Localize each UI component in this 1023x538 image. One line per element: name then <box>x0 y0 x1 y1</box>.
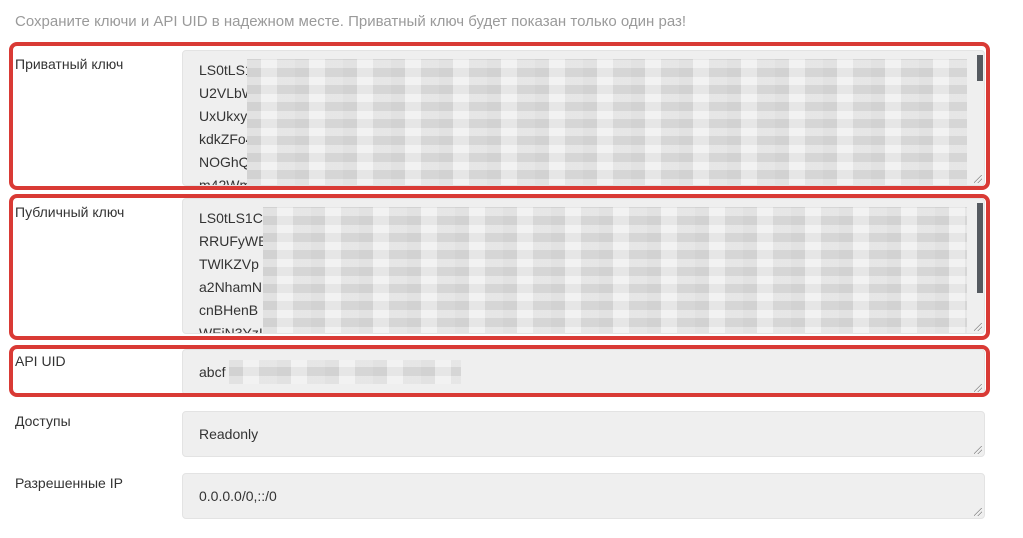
public-key-line: LS0tLS1C <box>199 210 263 226</box>
resize-grip-icon[interactable] <box>974 508 982 516</box>
public-key-line: a2NhamN <box>199 279 263 295</box>
resize-grip-icon[interactable] <box>974 446 982 454</box>
public-key-label: Публичный ключ <box>15 204 125 220</box>
public-key-line: RRUFyWE <box>199 233 268 249</box>
public-key-redaction <box>263 207 967 333</box>
private-key-label: Приватный ключ <box>15 56 124 72</box>
api-uid-redaction <box>229 360 461 384</box>
public-key-line: cnBHenB <box>199 302 259 318</box>
resize-grip-icon[interactable] <box>974 384 982 392</box>
resize-grip-icon[interactable] <box>974 175 982 183</box>
access-textarea[interactable]: Readonly <box>182 411 985 457</box>
public-key-line: WEiN3YzI <box>199 325 263 334</box>
private-key-textarea[interactable]: LS0tLS1 U2VLbW UxUkxyZ kdkZFo4 NOGhQI m4… <box>182 50 985 186</box>
allowed-ip-value: 0.0.0.0/0,::/0 <box>199 488 277 504</box>
resize-grip-icon[interactable] <box>974 323 982 331</box>
private-key-redaction <box>247 59 967 185</box>
api-uid-value: abcf <box>199 364 226 380</box>
access-label: Доступы <box>15 413 71 429</box>
api-uid-textarea[interactable]: abcf <box>182 349 985 395</box>
public-key-line: TWlKZVp <box>199 256 259 272</box>
access-value: Readonly <box>199 426 259 442</box>
save-keys-notice: Сохраните ключи и API UID в надежном мес… <box>15 13 687 30</box>
api-uid-label: API UID <box>15 353 66 369</box>
private-key-scrollbar[interactable] <box>977 55 983 81</box>
public-key-scrollbar[interactable] <box>977 203 983 293</box>
allowed-ip-label: Разрешенные IP <box>15 475 123 491</box>
allowed-ip-textarea[interactable]: 0.0.0.0/0,::/0 <box>182 473 985 519</box>
public-key-textarea[interactable]: LS0tLS1C RRUFyWE TWlKZVp a2NhamN cnBHenB… <box>182 198 985 334</box>
